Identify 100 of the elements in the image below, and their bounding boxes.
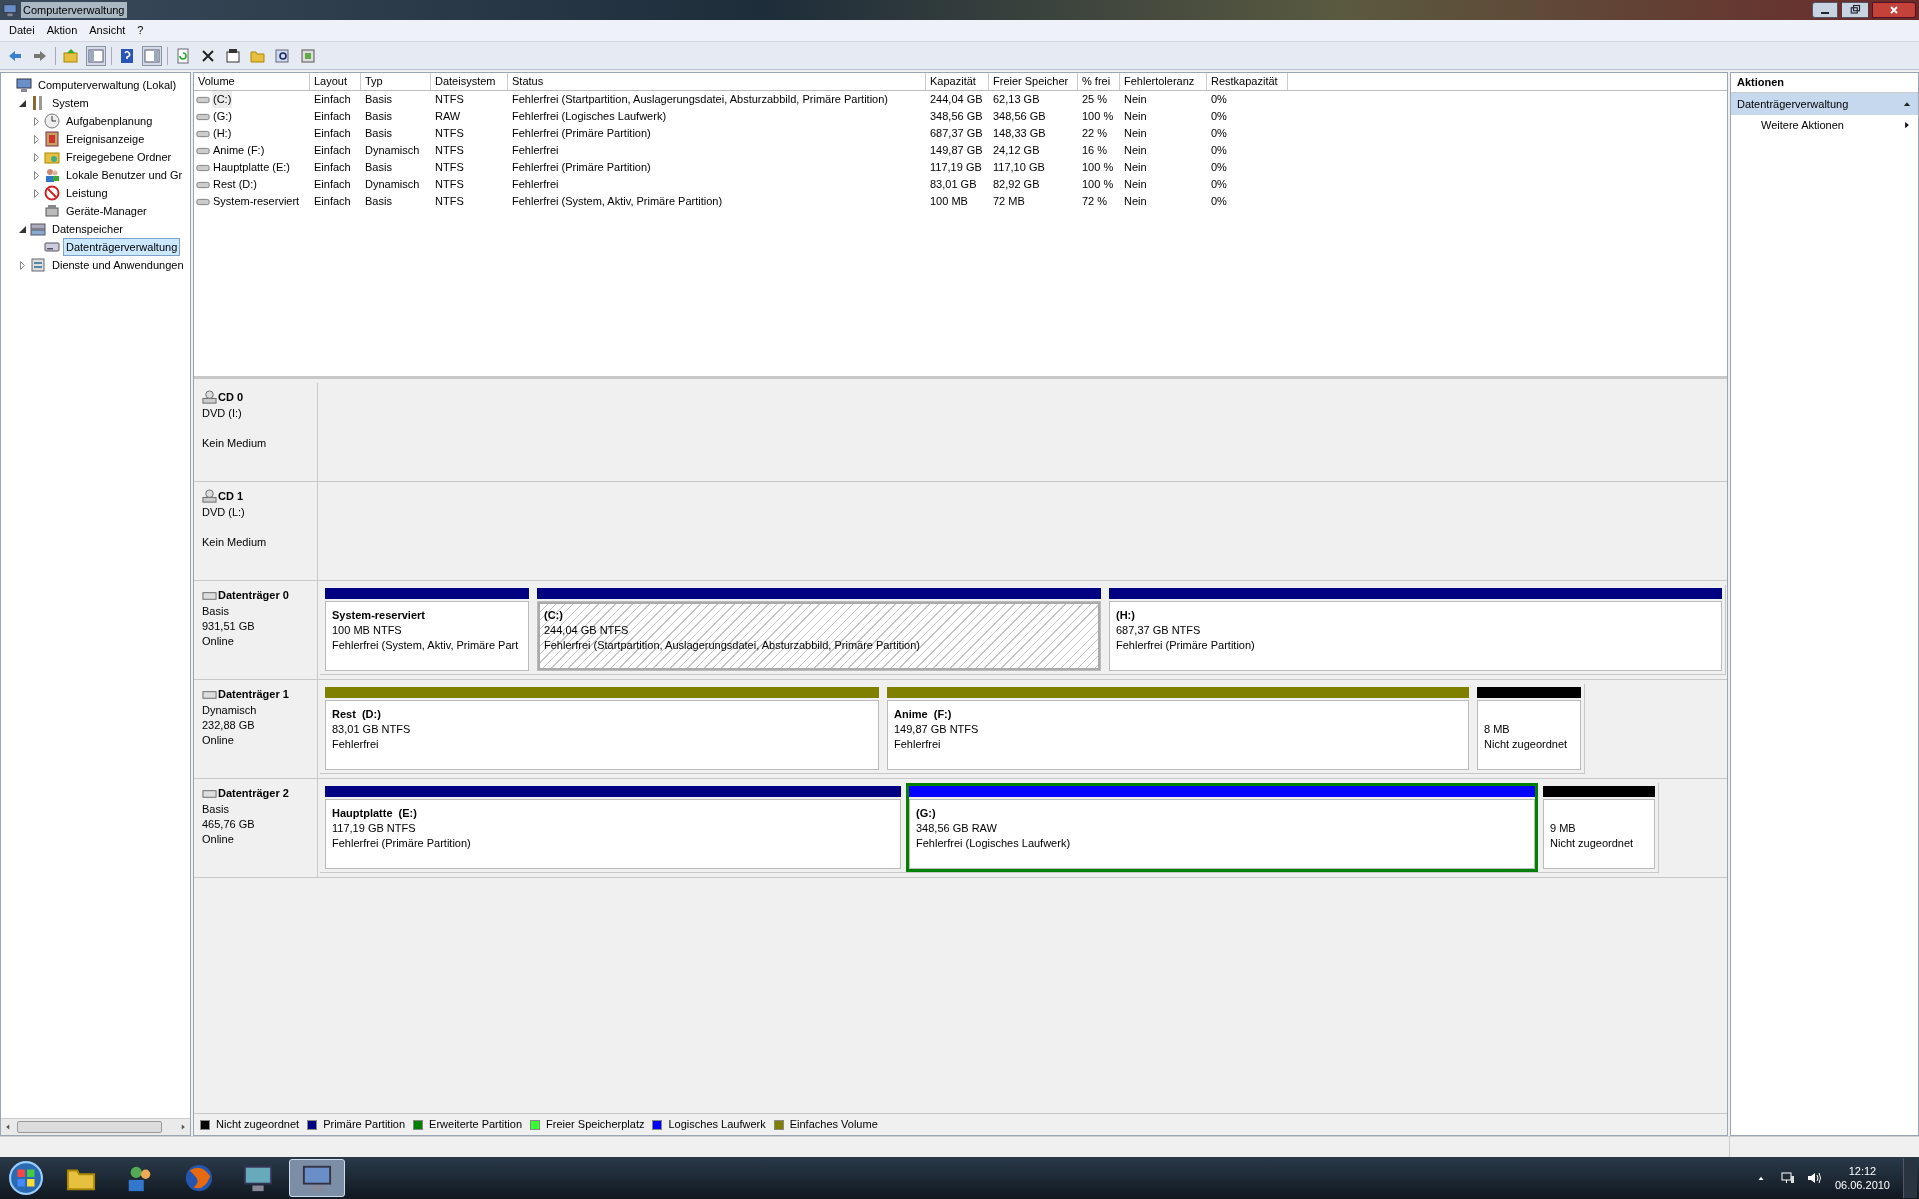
table-cell-text: 0% bbox=[1210, 177, 1228, 193]
table-cell[interactable]: (G:) bbox=[212, 108, 233, 125]
partition-name: Hauptplatte (E:) bbox=[332, 806, 418, 820]
partition-size: 149,87 GB NTFS bbox=[894, 722, 980, 736]
computer-icon bbox=[3, 3, 17, 17]
table-cell-text: 83,01 GB bbox=[929, 177, 978, 193]
partition-status: Fehlerfrei (Startpartition, Auslagerungsdatei, Absturzabbild, Primäre Partition) bbox=[544, 638, 921, 652]
column-header[interactable]: Restkapazität bbox=[1207, 73, 1288, 90]
menu-item[interactable]: ? bbox=[131, 22, 150, 39]
tree-item[interactable]: Computerverwaltung (Lokal) bbox=[35, 75, 180, 95]
tree-item[interactable]: Lokale Benutzer und Gr bbox=[63, 165, 186, 185]
table-cell-text: 0% bbox=[1210, 126, 1228, 142]
tree-item[interactable]: Ereignisanzeige bbox=[63, 129, 148, 149]
table-cell-text: 62,13 GB bbox=[992, 92, 1041, 108]
table-cell-text: 348,56 GB bbox=[929, 109, 984, 125]
tree-item[interactable]: Datenspeicher bbox=[49, 219, 126, 239]
table-cell-text: Einfach bbox=[313, 177, 352, 193]
table-cell-text: Nein bbox=[1123, 160, 1148, 176]
table-cell-text: NTFS bbox=[434, 177, 465, 193]
table-cell[interactable]: Hauptplatte (E:) bbox=[212, 159, 292, 176]
table-cell[interactable]: System-reserviert bbox=[212, 193, 301, 210]
column-header[interactable]: Kapazität bbox=[926, 73, 989, 90]
expand-arrow-icon[interactable] bbox=[34, 134, 39, 144]
disk-info: Online bbox=[202, 633, 235, 649]
disk-name: CD 0 bbox=[218, 390, 244, 405]
table-cell-text: Nein bbox=[1123, 92, 1148, 108]
restore-icon bbox=[1849, 4, 1861, 16]
close-button[interactable] bbox=[1872, 2, 1916, 18]
table-cell-text: Einfach bbox=[313, 126, 352, 142]
expand-arrow-icon[interactable] bbox=[20, 260, 25, 270]
cd-drive-icon bbox=[202, 488, 217, 504]
clock-icon bbox=[44, 113, 60, 129]
table-cell-text: 82,92 GB bbox=[992, 177, 1041, 193]
tree-item[interactable]: Datenträgerverwaltung bbox=[63, 237, 181, 257]
expand-arrow-icon[interactable] bbox=[34, 170, 39, 180]
table-cell-text: 100 % bbox=[1081, 177, 1115, 193]
partition-name: (H:) bbox=[1116, 608, 1136, 622]
partition-size: 348,56 GB RAW bbox=[916, 821, 998, 835]
table-cell-text: NTFS bbox=[434, 143, 465, 159]
table-cell[interactable]: Rest (D:) bbox=[212, 176, 258, 193]
expand-arrow-icon[interactable] bbox=[34, 188, 39, 198]
no-sign-icon bbox=[44, 185, 60, 201]
tree-item[interactable]: Geräte-Manager bbox=[63, 201, 150, 221]
partition-status: Nicht zugeordnet bbox=[1550, 836, 1635, 850]
table-cell[interactable]: (H:) bbox=[212, 125, 233, 142]
taskbar-button[interactable] bbox=[289, 1159, 345, 1197]
menu-item[interactable]: Ansicht bbox=[83, 22, 132, 39]
table-cell-text: Basis bbox=[364, 160, 393, 176]
actions-section[interactable]: Datenträgerverwaltung bbox=[1731, 93, 1918, 115]
partition-name: Rest (D:) bbox=[332, 707, 382, 721]
table-cell-text: Nein bbox=[1123, 143, 1148, 159]
legend-label: Erweiterte Partition bbox=[429, 1117, 523, 1133]
table-cell-text: Einfach bbox=[313, 194, 352, 210]
column-header[interactable]: Fehlertoleranz bbox=[1120, 73, 1207, 90]
legend-label: Logisches Laufwerk bbox=[668, 1117, 766, 1133]
column-header[interactable]: Dateisystem bbox=[431, 73, 508, 90]
column-header[interactable]: Layout bbox=[310, 73, 361, 90]
tree-item[interactable]: Aufgabenplanung bbox=[63, 111, 156, 131]
speaker-icon[interactable] bbox=[1805, 1170, 1822, 1186]
partition[interactable]: (G:) 348,56 GB RAW Fehlerfrei (Logisches Laufwerk) bbox=[906, 783, 1538, 872]
disk-name: Datenträger 0 bbox=[218, 588, 289, 603]
table-cell-text: 148,33 GB bbox=[992, 126, 1047, 142]
tree-item[interactable]: Freigegebene Ordner bbox=[63, 147, 175, 167]
expand-arrow-icon[interactable] bbox=[34, 116, 39, 126]
expand-arrow-icon[interactable] bbox=[34, 152, 39, 162]
up-folder-icon bbox=[63, 47, 79, 64]
table-cell[interactable]: Anime (F:) bbox=[212, 142, 266, 159]
table-cell-text: Nein bbox=[1123, 109, 1148, 125]
tree-item[interactable]: Dienste und Anwendungen bbox=[49, 255, 187, 275]
table-cell-text: 687,37 GB bbox=[929, 126, 984, 142]
column-header[interactable]: Freier Speicher bbox=[989, 73, 1078, 90]
table-cell-text: Nein bbox=[1123, 194, 1148, 210]
partition-size: 244,04 GB NTFS bbox=[544, 623, 630, 637]
column-header[interactable]: Typ bbox=[361, 73, 431, 90]
disk-info: Online bbox=[202, 732, 235, 748]
refresh-icon bbox=[175, 47, 191, 64]
table-cell[interactable]: (C:) bbox=[212, 91, 233, 108]
table-cell-text: Nein bbox=[1123, 126, 1148, 142]
maximize-button[interactable] bbox=[1842, 2, 1868, 18]
column-header[interactable]: Status bbox=[508, 73, 926, 90]
tree-item[interactable]: Leistung bbox=[63, 183, 111, 203]
scrollbar-thumb[interactable] bbox=[17, 1121, 162, 1133]
menu-item[interactable]: Datei bbox=[3, 22, 41, 39]
collapse-arrow-icon[interactable] bbox=[19, 225, 26, 233]
partition-name: System-reserviert bbox=[332, 608, 426, 622]
table-cell-text: Dynamisch bbox=[364, 177, 421, 193]
disk-name: CD 1 bbox=[218, 489, 244, 504]
table-cell-text: Einfach bbox=[313, 143, 352, 159]
collapse-arrow-icon[interactable] bbox=[19, 99, 26, 107]
network-icon[interactable] bbox=[1779, 1170, 1796, 1186]
horizontal-scrollbar[interactable] bbox=[1, 1118, 190, 1135]
minimize-button[interactable] bbox=[1812, 2, 1838, 18]
users-icon bbox=[44, 167, 60, 183]
menu-item[interactable]: Aktion bbox=[40, 22, 84, 39]
column-header[interactable]: Volume bbox=[194, 73, 310, 90]
table-cell-text: Basis bbox=[364, 92, 393, 108]
column-header[interactable]: % frei bbox=[1078, 73, 1120, 90]
tree-item[interactable]: System bbox=[49, 93, 92, 113]
table-cell-text: RAW bbox=[434, 109, 462, 125]
action-item[interactable]: Weitere Aktionen bbox=[1731, 115, 1918, 135]
